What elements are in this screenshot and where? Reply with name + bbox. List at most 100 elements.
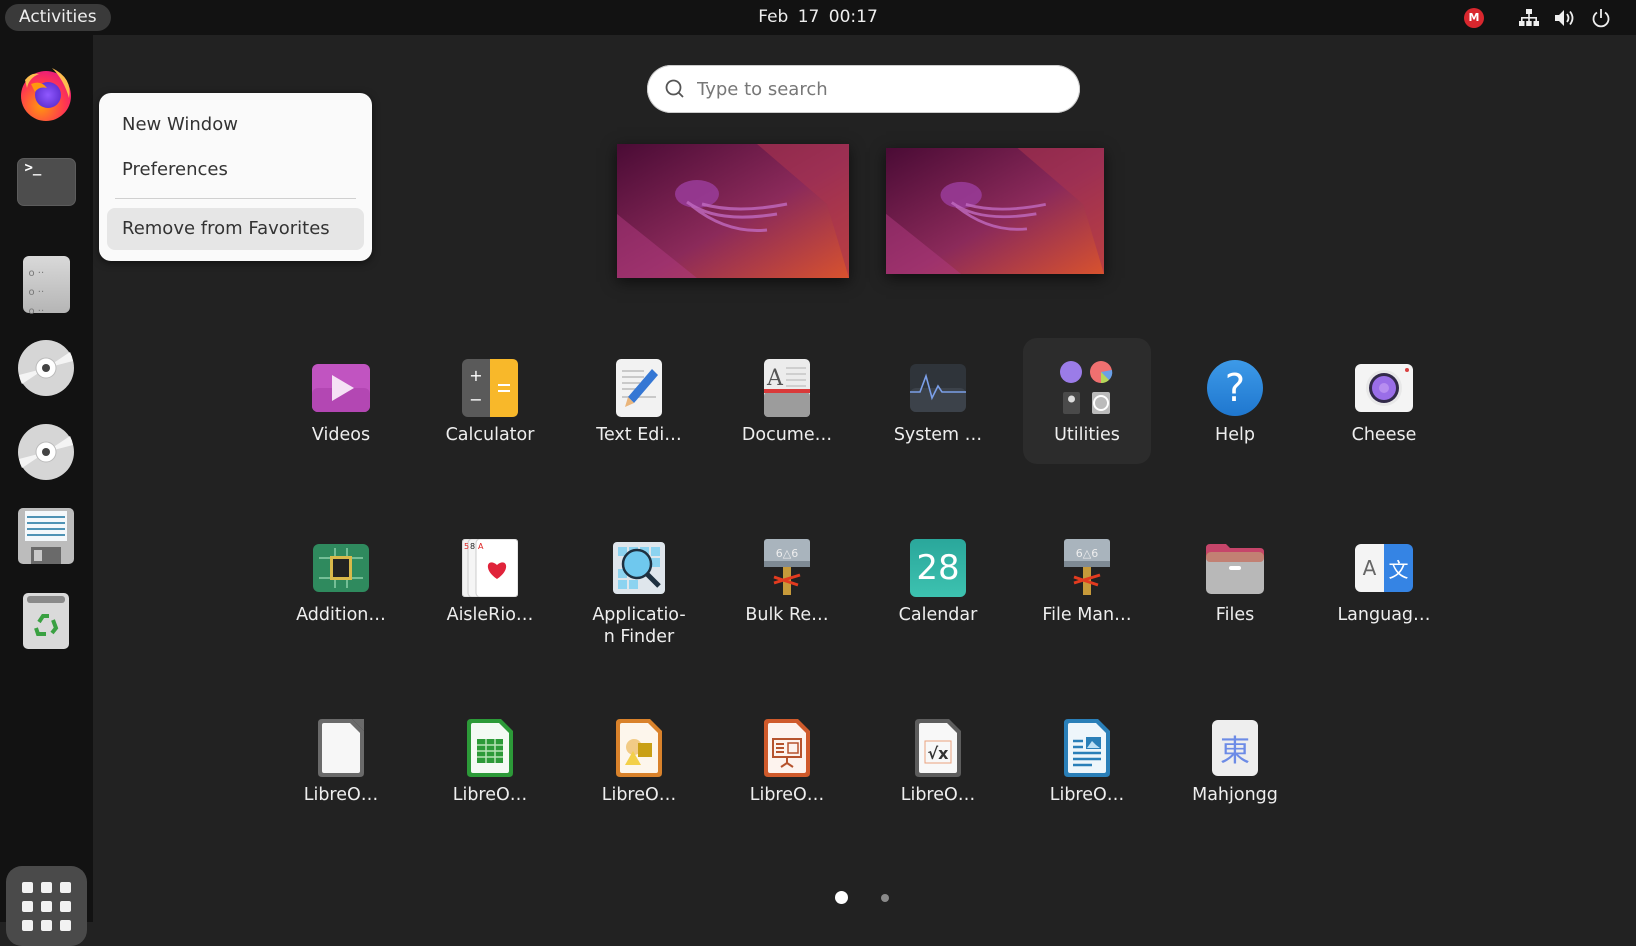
app-help[interactable]: ? Help <box>1171 338 1299 464</box>
terminal-prompt: >_ <box>24 160 42 176</box>
app-label: System … <box>893 425 983 445</box>
dock-item-cd-2[interactable] <box>16 422 76 482</box>
power-icon <box>1592 8 1610 27</box>
app-label: Files <box>1215 605 1255 625</box>
app-label: LibreO… <box>601 785 677 805</box>
dock-item-floppy[interactable] <box>16 506 76 566</box>
app-mahjongg[interactable]: 東 Mahjongg <box>1171 698 1299 824</box>
app-libreoffice-math[interactable]: √x LibreO… <box>874 698 1002 824</box>
app-aisleriot[interactable]: 58A AisleRio… <box>426 518 554 644</box>
page-indicator-1[interactable] <box>835 891 848 904</box>
app-libreoffice-calc[interactable]: LibreO… <box>426 698 554 824</box>
mega-icon: M <box>1464 7 1484 28</box>
app-libreoffice-draw[interactable]: LibreO… <box>575 698 703 824</box>
app-label: Calculator <box>445 425 535 445</box>
app-libreoffice-writer[interactable]: LibreO… <box>1023 698 1151 824</box>
app-videos[interactable]: Videos <box>277 338 405 464</box>
app-label: LibreO… <box>1049 785 1125 805</box>
libreoffice-writer-icon <box>1064 719 1110 777</box>
app-file-manager-settings[interactable]: 6△6 File Man… <box>1023 518 1151 644</box>
app-label: LibreO… <box>303 785 379 805</box>
optical-disc-icon <box>18 424 74 480</box>
file-manager-settings-icon: 6△6 <box>1064 539 1110 595</box>
app-calendar[interactable]: 28 Calendar <box>874 518 1002 644</box>
app-label: AisleRio… <box>446 605 534 625</box>
app-system-monitor[interactable]: System … <box>874 338 1002 464</box>
app-label: Bulk Re… <box>745 605 829 625</box>
videos-icon <box>312 364 370 412</box>
dock-item-trash[interactable] <box>16 591 76 651</box>
top-bar: Activities Feb 17 00:17 M <box>0 0 1636 35</box>
network-icon <box>1519 8 1539 26</box>
optical-disc-icon <box>18 340 74 396</box>
app-label: Addition… <box>296 605 386 625</box>
libreoffice-draw-icon <box>616 719 662 777</box>
app-application-finder[interactable]: Applicatio- n Finder <box>575 518 703 647</box>
calendar-icon: 28 <box>910 539 966 597</box>
app-grid-icon <box>22 881 33 893</box>
svg-text:−: − <box>469 390 482 409</box>
aisleriot-cards-icon: 58A <box>462 539 518 597</box>
menu-separator <box>115 198 356 199</box>
document-viewer-icon: A <box>764 359 810 417</box>
libreoffice-impress-icon <box>764 719 810 777</box>
help-icon: ? <box>1207 360 1263 416</box>
app-label: Videos <box>311 425 371 445</box>
menu-item-preferences[interactable]: Preferences <box>107 149 364 191</box>
app-label: Mahjongg <box>1192 785 1278 805</box>
additional-drivers-icon <box>313 544 369 592</box>
grid-dot <box>41 881 52 893</box>
app-files[interactable]: Files <box>1171 518 1299 644</box>
show-applications-button[interactable] <box>6 866 87 946</box>
grid-dot <box>41 919 52 931</box>
dock-item-drive[interactable]: o ·· o ·· o ·· <box>16 254 76 317</box>
dock: >_ o ·· o ·· o ·· <box>0 35 93 946</box>
terminal-icon: >_ <box>16 158 76 206</box>
grid-dot <box>22 919 33 931</box>
language-support-icon: A 文 <box>1355 544 1413 592</box>
volume-tray-button[interactable] <box>1552 0 1578 35</box>
app-cheese[interactable]: Cheese <box>1320 338 1448 464</box>
workspace-thumbnail-2[interactable] <box>886 148 1104 274</box>
page-indicator-2[interactable] <box>881 894 889 902</box>
search-icon <box>665 79 684 98</box>
dock-item-cd-1[interactable] <box>16 338 76 398</box>
bulk-rename-icon: 6△6 <box>764 539 810 595</box>
svg-text:A: A <box>766 366 784 391</box>
app-label: LibreO… <box>900 785 976 805</box>
mega-tray-button[interactable]: M <box>1461 0 1487 35</box>
libreoffice-calc-icon <box>467 719 513 777</box>
cheese-camera-icon <box>1355 364 1413 412</box>
app-calculator[interactable]: + − Calculator <box>426 338 554 464</box>
clock[interactable]: Feb 17 00:17 <box>0 0 1636 35</box>
network-tray-button[interactable] <box>1516 0 1542 35</box>
power-tray-button[interactable] <box>1588 0 1614 35</box>
app-label: File Man… <box>1042 605 1132 625</box>
svg-text:A: A <box>478 542 484 551</box>
firefox-icon <box>21 68 71 121</box>
app-libreoffice-impress[interactable]: LibreO… <box>723 698 851 824</box>
app-language-support[interactable]: A 文 Languag… <box>1320 518 1448 644</box>
menu-item-new-window[interactable]: New Window <box>107 104 364 146</box>
libreoffice-math-icon: √x <box>915 719 961 777</box>
svg-text:6△6: 6△6 <box>1076 547 1098 560</box>
volume-icon <box>1555 9 1574 26</box>
dock-item-terminal[interactable]: >_ <box>16 152 76 212</box>
app-libreoffice-start[interactable]: LibreO… <box>277 698 405 824</box>
app-label: Calendar <box>898 605 978 625</box>
app-label: Help <box>1215 425 1255 445</box>
app-bulk-rename[interactable]: 6△6 Bulk Re… <box>723 518 851 644</box>
search-bar[interactable] <box>647 65 1080 113</box>
app-document-viewer[interactable]: A Docume… <box>723 338 851 464</box>
latin-glyph: A <box>1355 544 1384 592</box>
dock-item-firefox[interactable] <box>16 62 76 122</box>
search-input[interactable] <box>695 77 1059 101</box>
app-text-editor[interactable]: Text Edi… <box>575 338 703 464</box>
menu-item-remove-from-favorites[interactable]: Remove from Favorites <box>107 208 364 250</box>
libreoffice-start-icon <box>318 719 364 777</box>
app-label: Utilities <box>1054 425 1120 445</box>
app-folder-utilities[interactable]: Utilities <box>1023 338 1151 464</box>
workspace-thumbnail-1[interactable] <box>617 144 849 278</box>
app-additional-drivers[interactable]: Addition… <box>277 518 405 644</box>
svg-text:5: 5 <box>464 542 469 551</box>
